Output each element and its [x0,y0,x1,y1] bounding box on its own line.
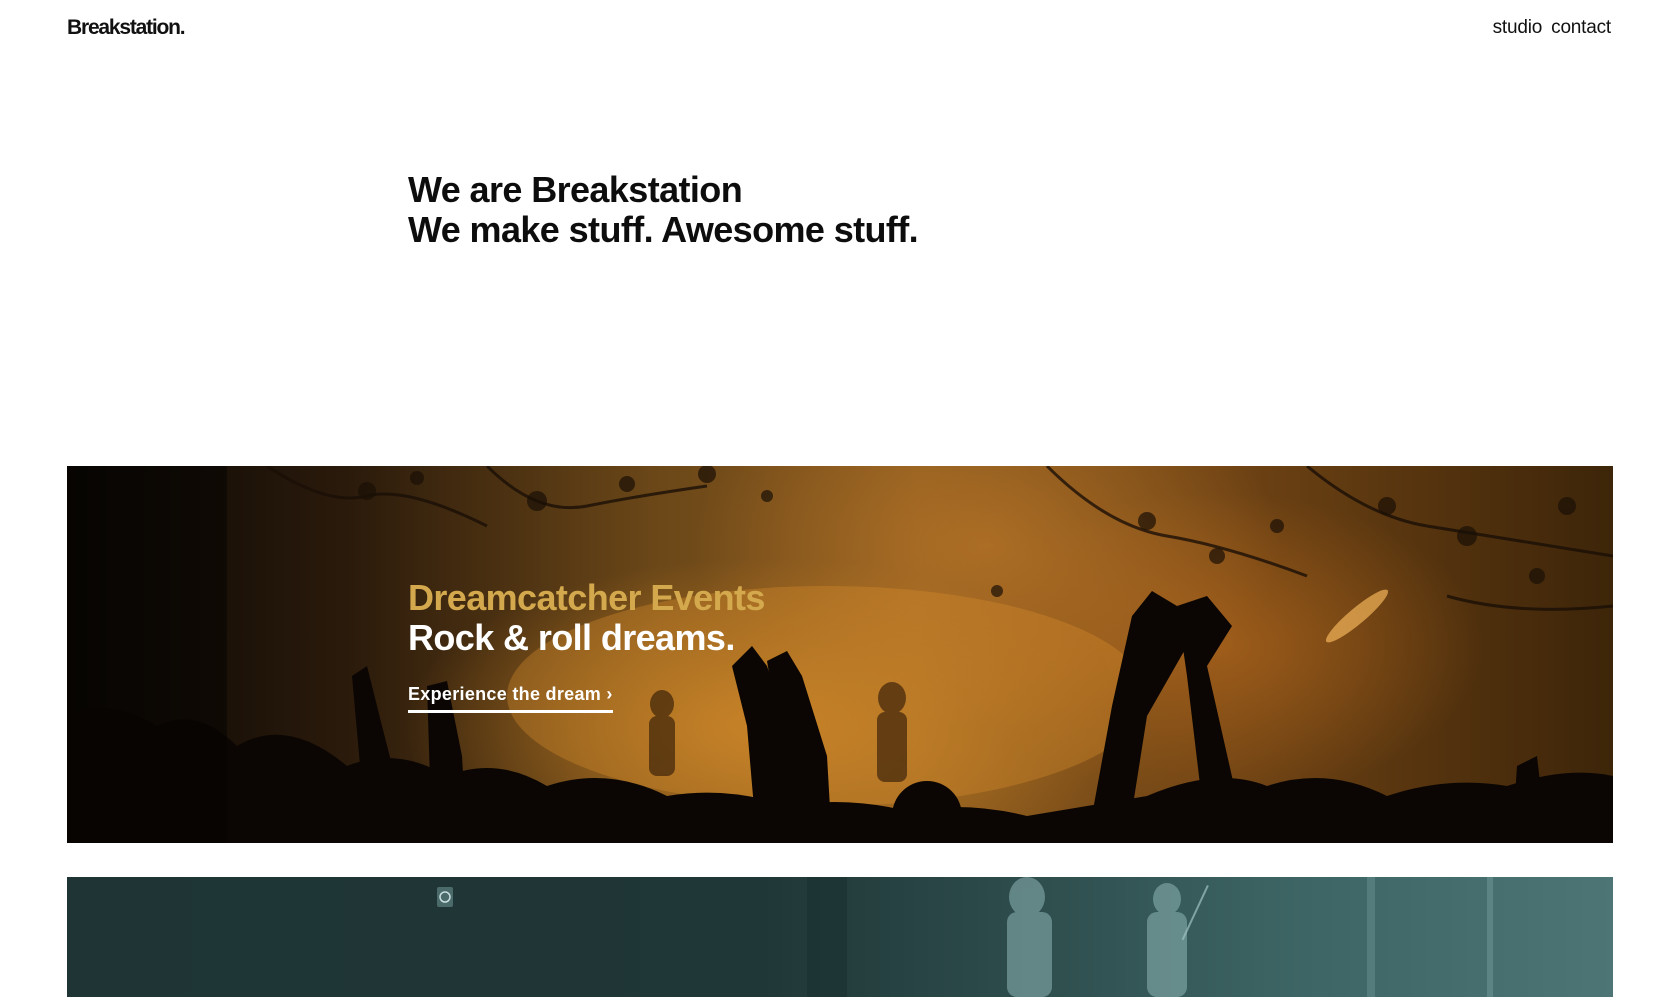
intro-heading: We are Breakstation We make stuff. Aweso… [408,169,919,250]
project-tagline: Rock & roll dreams. [408,617,735,658]
project-client-name: Dreamcatcher Events [408,577,765,618]
band-performance-photo [437,877,1493,997]
site-logo[interactable]: Breakstation. [67,16,186,40]
experience-the-dream-link[interactable]: Experience the dream › [408,684,613,713]
project-text-block: Dreamcatcher Events Rock & roll dreams. … [408,578,765,713]
intro-section: We are Breakstation We make stuff. Aweso… [408,169,919,250]
nav-link-studio[interactable]: studio [1493,17,1543,39]
intro-line-1: We are Breakstation [408,169,743,210]
project-card-next[interactable] [67,877,1613,997]
main-nav: studio contact [1493,17,1612,39]
nav-link-contact[interactable]: contact [1551,17,1611,39]
site-header: Breakstation. studio contact [0,0,1680,60]
project-card-dreamcatcher[interactable]: Dreamcatcher Events Rock & roll dreams. … [67,466,1613,843]
intro-line-2: We make stuff. Awesome stuff. [408,209,919,250]
concert-crowd-photo [67,466,1613,843]
